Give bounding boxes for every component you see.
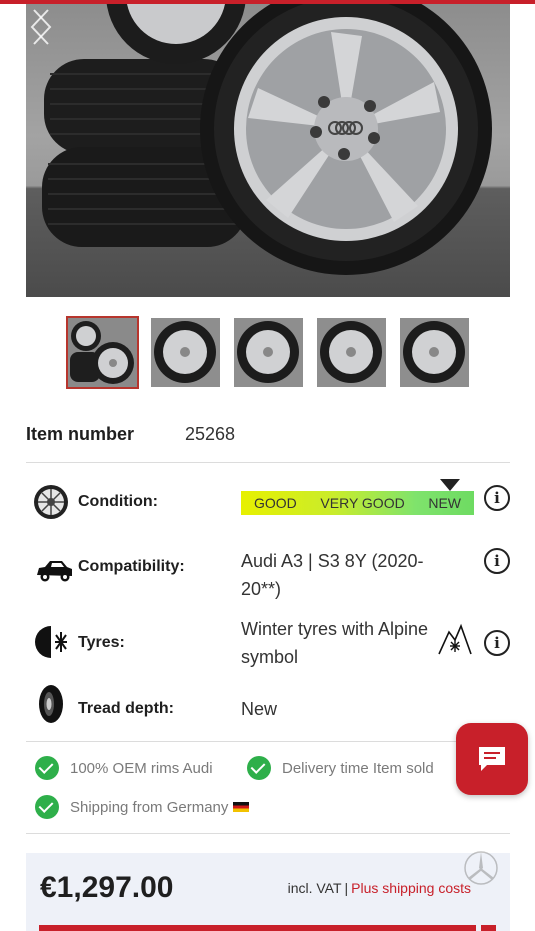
wheel-photo-illustration <box>42 4 492 275</box>
price-amount: €1,297.00 <box>40 871 174 904</box>
perk-delivery-time: Delivery time Item sold <box>247 755 434 781</box>
perk-label: Delivery time Item sold <box>282 759 434 777</box>
vat-separator: | <box>344 880 349 896</box>
check-icon <box>35 756 59 780</box>
condition-very-good: VERY GOOD <box>320 495 405 511</box>
divider <box>26 741 510 742</box>
divider <box>26 462 510 463</box>
condition-label: Condition: <box>78 493 158 510</box>
condition-good: GOOD <box>254 495 297 511</box>
thumbnail-2[interactable] <box>151 318 220 387</box>
tyres-info-icon[interactable]: i <box>484 630 510 656</box>
mercedes-star-icon <box>464 851 498 885</box>
thumbnail-5[interactable] <box>400 318 469 387</box>
product-image[interactable] <box>26 4 510 297</box>
perk-label: Shipping from Germany <box>70 798 229 816</box>
compatibility-value: Audi A3 | S3 8Y (2020-20**) <box>241 551 424 599</box>
tyres-value: Winter tyres with Alpine symbol <box>241 619 429 667</box>
divider <box>26 833 510 834</box>
thumbnail-strip <box>0 316 535 389</box>
vat-label: incl. VAT <box>287 880 342 896</box>
condition-new: NEW <box>428 495 461 511</box>
germany-flag-icon <box>233 802 250 812</box>
tread-depth-label: Tread depth: <box>78 700 175 717</box>
compatibility-label: Compatibility: <box>78 558 185 575</box>
next-image-icon[interactable] <box>26 4 56 50</box>
secondary-action-button[interactable] <box>481 925 496 931</box>
rim-icon <box>34 485 68 519</box>
alpine-snowflake-icon <box>438 623 472 655</box>
vat-note: incl. VAT | Plus shipping costs <box>288 880 471 896</box>
condition-info-icon[interactable]: i <box>484 485 510 511</box>
shipping-costs-link[interactable]: Plus shipping costs <box>351 880 471 896</box>
car-icon <box>37 561 72 582</box>
chat-button[interactable] <box>456 723 528 795</box>
winter-tyre-icon <box>35 626 67 658</box>
chat-icon <box>479 747 505 771</box>
condition-marker-icon <box>440 479 460 491</box>
check-icon <box>35 795 59 819</box>
check-icon <box>247 756 271 780</box>
compatibility-info-icon[interactable]: i <box>484 548 510 574</box>
add-to-cart-button[interactable] <box>39 925 476 931</box>
item-number-row: Item number 25268 <box>26 424 510 448</box>
perk-label: 100% OEM rims Audi <box>70 759 213 777</box>
perk-oem-rims: 100% OEM rims Audi <box>35 755 213 781</box>
item-number-label: Item number <box>26 424 135 444</box>
tyre-side-icon <box>39 685 63 723</box>
tyres-label: Tyres: <box>78 634 125 651</box>
thumbnail-1[interactable] <box>66 316 139 389</box>
condition-scale: GOOD VERY GOOD NEW <box>241 491 474 515</box>
thumbnail-3[interactable] <box>234 318 303 387</box>
item-number-value: 25268 <box>185 424 236 444</box>
price-box: €1,297.00 incl. VAT | Plus shipping costs <box>26 853 510 931</box>
tread-depth-value: New <box>241 699 278 719</box>
perk-shipping-origin: Shipping from Germany <box>35 794 250 820</box>
thumbnail-4[interactable] <box>317 318 386 387</box>
